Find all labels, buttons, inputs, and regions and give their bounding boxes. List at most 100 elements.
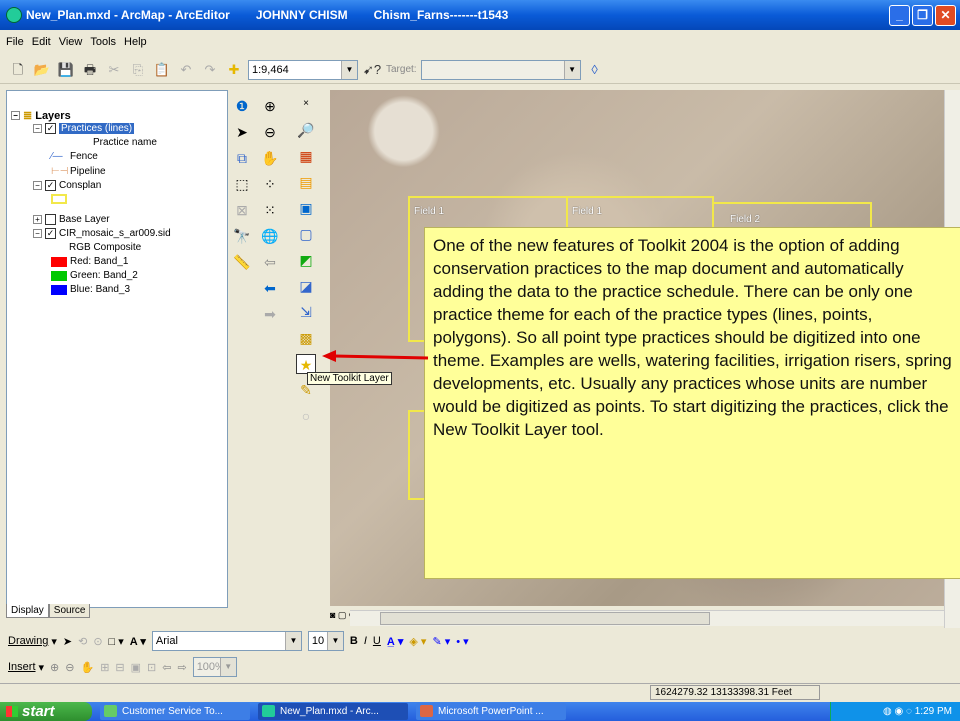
toolkit-close-icon[interactable]: × xyxy=(296,94,316,114)
menu-file[interactable]: File xyxy=(6,36,24,48)
toolkit-edit-icon[interactable]: ◪ xyxy=(296,276,316,296)
new-icon[interactable]: 🗋 xyxy=(8,60,28,80)
font-color-icon[interactable]: A̲ ▾ xyxy=(387,635,404,648)
scroll-thumb[interactable] xyxy=(380,612,710,625)
layer-checkbox[interactable]: ✓ xyxy=(45,180,56,191)
toolkit-green-icon[interactable]: ◩ xyxy=(296,250,316,270)
fill-color-icon[interactable]: ◈ ▾ xyxy=(409,635,426,648)
fixed-zoom-out-layout-icon[interactable]: ⊟ xyxy=(115,661,124,674)
layer-checkbox[interactable] xyxy=(45,214,56,225)
insert-menu-button[interactable]: Insert ▾ xyxy=(8,661,44,674)
close-button[interactable]: ✕ xyxy=(935,5,956,26)
paste-icon[interactable]: 📋 xyxy=(152,60,172,80)
pointer-icon[interactable]: ➤ xyxy=(63,635,72,648)
target-select[interactable]: ▼ xyxy=(420,59,581,80)
marker-color-icon[interactable]: • ▾ xyxy=(456,635,468,648)
redo-icon[interactable]: ↷ xyxy=(200,60,220,80)
clear-selection-icon[interactable]: ⊠ xyxy=(232,200,252,220)
fixed-zoom-layout-icon[interactable]: ⊞ xyxy=(100,661,109,674)
layer-checkbox[interactable]: ✓ xyxy=(45,123,56,134)
save-icon[interactable]: 💾 xyxy=(56,60,76,80)
start-button[interactable]: start xyxy=(0,702,92,721)
back-extent-icon[interactable]: ⇦ xyxy=(162,661,171,674)
task-arcmap[interactable]: New_Plan.mxd - Arc... xyxy=(258,703,408,720)
menu-edit[interactable]: Edit xyxy=(32,36,51,48)
toolkit-select-icon[interactable]: ⇲ xyxy=(296,302,316,322)
toc-layer-practices[interactable]: − ✓ Practices (lines) xyxy=(33,123,135,134)
previous-extent-icon[interactable]: ⬅ xyxy=(260,278,280,298)
tab-source[interactable]: Source xyxy=(48,604,91,618)
tray-icons[interactable]: ◍ ◉ ◌ xyxy=(883,706,915,717)
toc-layer-cir[interactable]: − ✓ CIR_mosaic_s_ar009.sid xyxy=(33,228,171,239)
collapse-icon[interactable]: − xyxy=(33,229,42,238)
copy-icon[interactable]: ⎘ xyxy=(128,60,148,80)
layer-checkbox[interactable]: ✓ xyxy=(45,228,56,239)
toc-layer-consplan[interactable]: − ✓ Consplan xyxy=(33,180,101,191)
collapse-icon[interactable]: − xyxy=(11,111,20,120)
fixed-zoom-in-icon[interactable]: ⁘ xyxy=(260,174,280,194)
scale-select[interactable]: 1:9,464 ▼ xyxy=(248,59,358,80)
zoom-out-icon[interactable]: ⊖ xyxy=(260,122,280,142)
full-page-icon[interactable]: ▣ xyxy=(131,661,141,674)
rectangle-icon[interactable]: □ ▾ xyxy=(109,635,124,648)
forward-extent-icon[interactable]: ⇨ xyxy=(177,661,186,674)
toc-layer-base[interactable]: + Base Layer xyxy=(33,214,110,225)
underline-icon[interactable]: U xyxy=(373,635,381,647)
undo-icon[interactable]: ↶ xyxy=(176,60,196,80)
clock[interactable]: 1:29 PM xyxy=(915,706,952,717)
menu-tools[interactable]: Tools xyxy=(90,36,116,48)
line-color-icon[interactable]: ✎ ▾ xyxy=(432,635,450,648)
add-data-icon[interactable]: ✚ xyxy=(224,60,244,80)
circle-icon[interactable]: ○ xyxy=(296,406,316,426)
task-customer-service[interactable]: Customer Service To... xyxy=(100,703,250,720)
zoom-out-layout-icon[interactable]: ⊖ xyxy=(65,661,74,674)
editor-sketch-icon[interactable]: ◊ xyxy=(585,60,605,80)
toolkit-polygon-icon[interactable]: ▣ xyxy=(296,198,316,218)
open-icon[interactable]: 📂 xyxy=(32,60,52,80)
bold-icon[interactable]: B xyxy=(350,635,358,647)
zoom-select[interactable]: 100% ▼ xyxy=(192,657,237,677)
new-toolkit-layer-star-icon[interactable]: ★ xyxy=(296,354,316,374)
select-elements-icon[interactable]: ⬚ xyxy=(232,174,252,194)
cut-icon[interactable]: ✂ xyxy=(104,60,124,80)
select-features-icon[interactable]: ⧉ xyxy=(232,148,252,168)
toc-root[interactable]: − ≣ Layers xyxy=(11,109,71,122)
expand-icon[interactable]: + xyxy=(33,215,42,224)
zoom-in-icon[interactable]: ⊕ xyxy=(260,96,280,116)
measure-icon[interactable]: 📏 xyxy=(232,252,252,272)
zoom-to-icon[interactable]: ⊙ xyxy=(93,635,102,648)
toolkit-layer-icon[interactable]: ▤ xyxy=(296,172,316,192)
collapse-icon[interactable]: − xyxy=(33,181,42,190)
rotate-icon[interactable]: ⟲ xyxy=(78,635,87,648)
zoom-in-layout-icon[interactable]: ⊕ xyxy=(50,661,59,674)
full-extent-icon[interactable]: 🌐 xyxy=(260,226,280,246)
print-icon[interactable]: 🖶 xyxy=(80,60,100,80)
find-icon[interactable]: 🔭 xyxy=(232,226,252,246)
whats-this-icon[interactable]: ➹? xyxy=(362,60,382,80)
next-extent-icon[interactable]: ➡ xyxy=(260,304,280,324)
font-select[interactable]: Arial ▼ xyxy=(151,631,302,651)
tab-display[interactable]: Display xyxy=(6,604,49,618)
toolkit-frame-icon[interactable]: ▢ xyxy=(296,224,316,244)
italic-icon[interactable]: I xyxy=(364,635,367,647)
map-horizontal-scrollbar[interactable] xyxy=(350,610,944,626)
menu-help[interactable]: Help xyxy=(124,36,147,48)
toolkit-calc-icon[interactable]: ▩ xyxy=(296,328,316,348)
collapse-icon[interactable]: − xyxy=(33,124,42,133)
menu-view[interactable]: View xyxy=(59,36,83,48)
task-powerpoint[interactable]: Microsoft PowerPoint ... xyxy=(416,703,566,720)
zoom-100-icon[interactable]: ⊡ xyxy=(147,661,156,674)
identify-icon[interactable]: ❶ xyxy=(232,96,252,116)
drawing-menu-button[interactable]: Drawing ▾ xyxy=(8,635,57,648)
restore-button[interactable]: ❐ xyxy=(912,5,933,26)
font-size-select[interactable]: 10 ▼ xyxy=(307,631,344,651)
fixed-zoom-out-icon[interactable]: ⁙ xyxy=(260,200,280,220)
toolkit-search-icon[interactable]: 🔎 xyxy=(296,120,316,140)
toolkit-map-icon[interactable]: ▦ xyxy=(296,146,316,166)
select-pointer-icon[interactable]: ➤ xyxy=(232,122,252,142)
pan-icon[interactable]: ✋ xyxy=(260,148,280,168)
go-back-icon[interactable]: ⇦ xyxy=(260,252,280,272)
text-icon[interactable]: A ▾ xyxy=(130,635,146,648)
pan-layout-icon[interactable]: ✋ xyxy=(80,661,94,674)
minimize-button[interactable]: _ xyxy=(889,5,910,26)
